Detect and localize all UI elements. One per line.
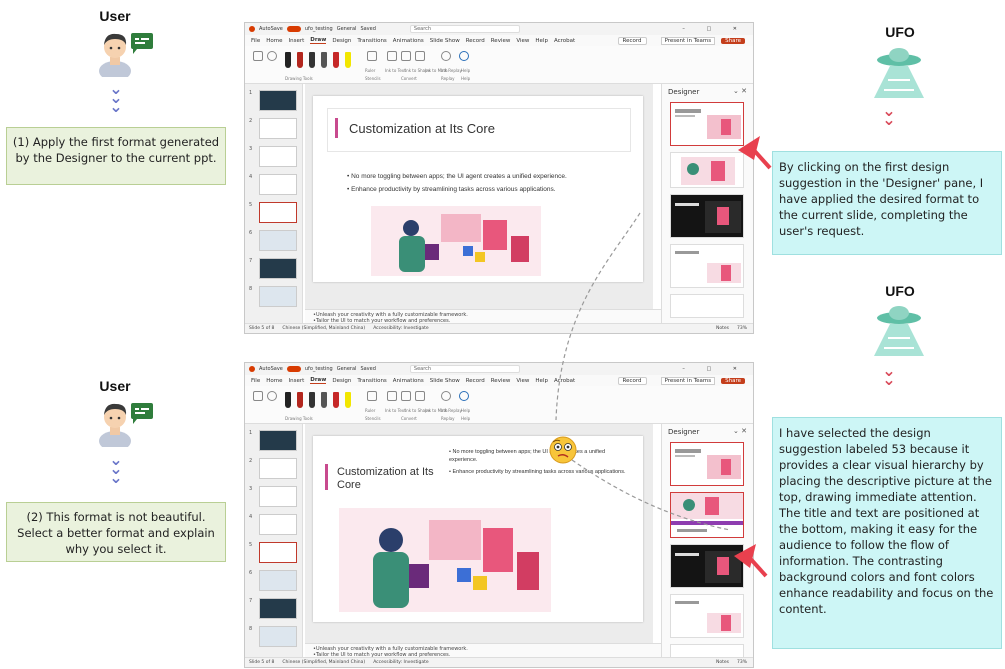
red-arrow-icon — [738, 136, 760, 160]
red-arrow-shaft — [750, 146, 772, 170]
dashed-connector-1 — [555, 212, 641, 421]
red-arrow-icon — [734, 544, 756, 568]
connector-overlay — [555, 136, 772, 578]
red-arrow-shaft — [746, 554, 768, 578]
confused-face-icon — [549, 436, 577, 464]
dashed-connector-2 — [571, 459, 731, 531]
